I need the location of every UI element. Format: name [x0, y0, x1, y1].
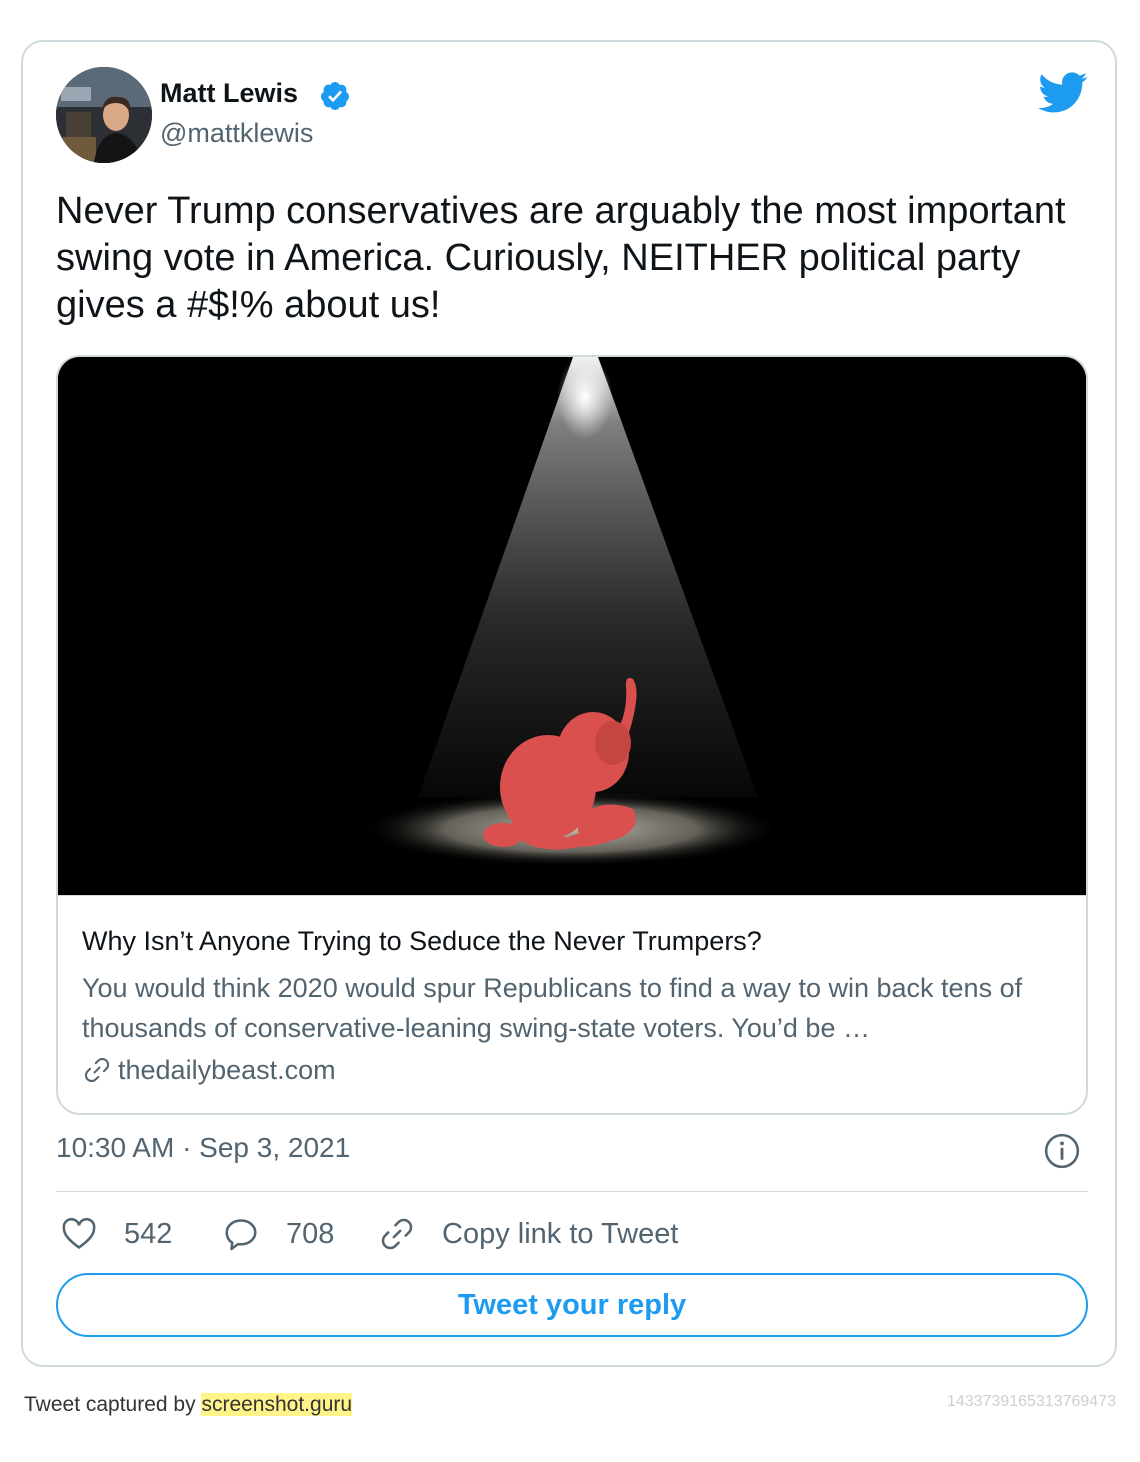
like-count: 542: [124, 1217, 173, 1250]
tweet-text: Never Trump conservatives are arguably t…: [56, 190, 1066, 326]
link-domain-row[interactable]: thedailybeast.com: [82, 1054, 336, 1086]
footer-site-link[interactable]: screenshot.guru: [201, 1393, 353, 1416]
comment-icon: [225, 1219, 257, 1251]
author-handle[interactable]: @mattklewis: [160, 118, 313, 149]
tweet-timestamp[interactable]: 10:30 AM · Sep 3, 2021: [56, 1132, 350, 1164]
link-domain: thedailybeast.com: [118, 1054, 336, 1085]
link-title[interactable]: Why Isn’t Anyone Trying to Seduce the Ne…: [82, 926, 762, 957]
tweet-card: Matt Lewis @mattklewis Never Trump conse…: [21, 40, 1117, 1367]
reply-count: 708: [286, 1217, 335, 1250]
link-icon: [85, 1058, 109, 1082]
link-preview-image[interactable]: [58, 357, 1086, 895]
info-icon[interactable]: [1043, 1132, 1081, 1170]
copy-link-label: Copy link to Tweet: [442, 1217, 679, 1250]
divider: [56, 1191, 1088, 1192]
action-bar: 542 708 Copy link to Tweet: [56, 1212, 1088, 1256]
link-description: You would think 2020 would spur Republic…: [82, 973, 1023, 1043]
footer-caption: Tweet captured by screenshot.guru: [24, 1393, 353, 1417]
reply-count-button[interactable]: 708: [222, 1212, 334, 1256]
heart-icon: [62, 1217, 96, 1250]
tweet-id: 1433739165313769473: [946, 1393, 1116, 1410]
verified-badge-icon: [320, 82, 349, 110]
link-preview-card[interactable]: Why Isn’t Anyone Trying to Seduce the Ne…: [56, 355, 1088, 1115]
copy-link-button[interactable]: Copy link to Tweet: [378, 1212, 678, 1256]
avatar[interactable]: [56, 67, 152, 163]
like-button[interactable]: 542: [60, 1212, 172, 1256]
twitter-bird-icon[interactable]: [1038, 72, 1088, 114]
footer-prefix: Tweet captured by: [24, 1393, 196, 1416]
tweet-your-reply-button[interactable]: Tweet your reply: [56, 1273, 1088, 1337]
author-name[interactable]: Matt Lewis: [160, 78, 298, 109]
link-icon: [381, 1218, 413, 1250]
link-preview-body[interactable]: Why Isn’t Anyone Trying to Seduce the Ne…: [58, 895, 1086, 1113]
